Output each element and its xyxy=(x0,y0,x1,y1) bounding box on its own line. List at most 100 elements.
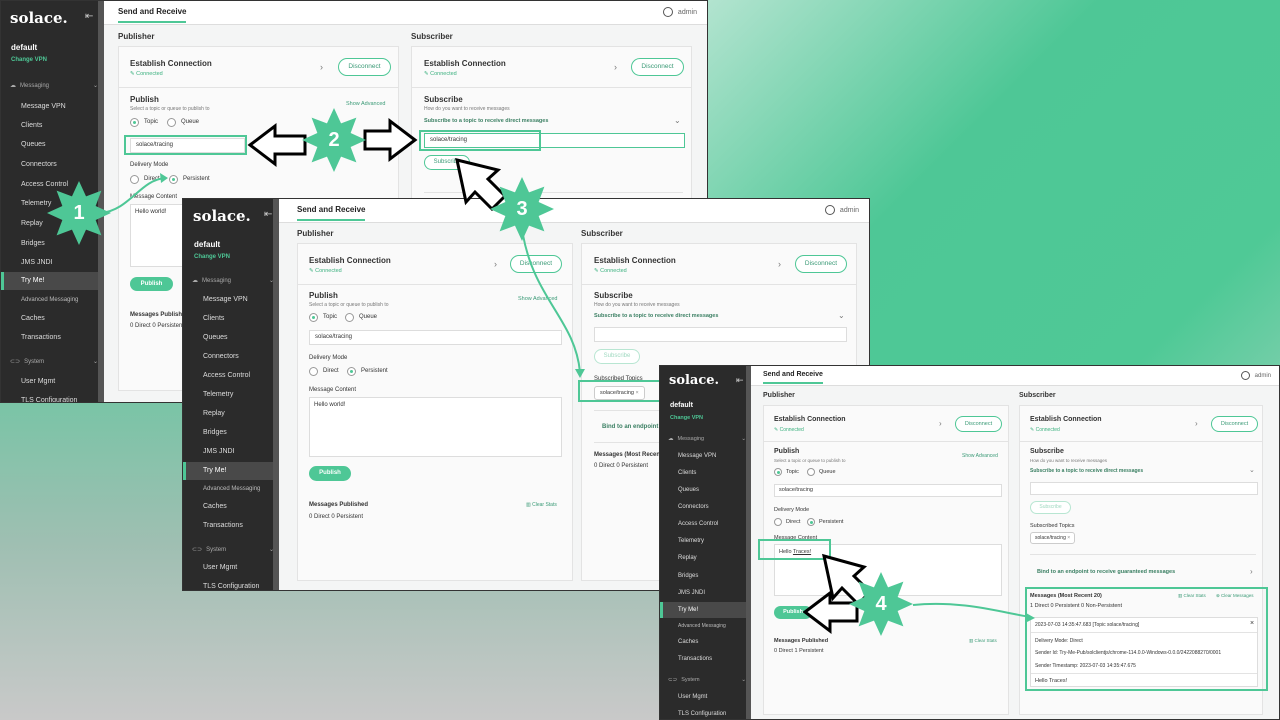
change-vpn-link[interactable]: Change VPN xyxy=(11,57,47,63)
nav-access-control[interactable]: Access Control xyxy=(1,178,104,192)
nav-message-vpn[interactable]: Message VPN xyxy=(1,100,104,114)
sidebar-scrollbar[interactable] xyxy=(98,1,104,402)
nav-caches[interactable]: Caches xyxy=(1,312,104,326)
nav-replay[interactable]: Replay xyxy=(183,407,279,421)
nav-bridges[interactable]: Bridges xyxy=(1,237,104,251)
change-vpn-link[interactable]: Change VPN xyxy=(194,254,230,260)
direct-radio[interactable] xyxy=(774,518,782,526)
chevron-right-icon[interactable]: › xyxy=(1250,567,1253,576)
disconnect-button[interactable]: Disconnect xyxy=(795,255,847,273)
persistent-radio[interactable] xyxy=(807,518,815,526)
subscribe-topic-input[interactable] xyxy=(594,327,847,342)
chevron-right-icon[interactable]: › xyxy=(614,62,617,72)
topic-radio[interactable] xyxy=(309,313,318,322)
nav-bridges[interactable]: Bridges xyxy=(660,570,751,582)
tab-send-and-receive[interactable]: Send and Receive xyxy=(763,371,823,384)
nav-message-vpn[interactable]: Message VPN xyxy=(183,293,279,307)
nav-group-messaging[interactable]: ☁ Messaging ⌄ xyxy=(10,82,98,90)
nav-transactions[interactable]: Transactions xyxy=(1,331,104,345)
nav-tls-configuration[interactable]: TLS Configuration xyxy=(183,580,279,590)
chevron-down-icon[interactable]: ⌄ xyxy=(1249,466,1255,474)
persistent-radio[interactable] xyxy=(169,175,178,184)
nav-jms-jndi[interactable]: JMS JNDI xyxy=(660,587,751,599)
nav-connectors[interactable]: Connectors xyxy=(183,350,279,364)
disconnect-button[interactable]: Disconnect xyxy=(1211,416,1258,432)
bind-endpoint-label[interactable]: Bind to an endpoint to receive guarantee… xyxy=(1037,569,1175,575)
nav-access-control[interactable]: Access Control xyxy=(183,369,279,383)
disconnect-button[interactable]: Disconnect xyxy=(631,58,684,76)
nav-connectors[interactable]: Connectors xyxy=(1,158,104,172)
show-advanced-link[interactable]: Show Advanced xyxy=(962,453,998,459)
nav-bridges[interactable]: Bridges xyxy=(183,426,279,440)
nav-advanced-messaging[interactable]: Advanced Messaging xyxy=(660,621,751,632)
nav-replay[interactable]: Replay xyxy=(660,552,751,564)
tab-send-and-receive[interactable]: Send and Receive xyxy=(297,205,366,221)
user-menu[interactable]: admin xyxy=(662,7,697,17)
show-advanced-link[interactable]: Show Advanced xyxy=(518,296,557,302)
chevron-down-icon[interactable]: ⌄ xyxy=(674,116,681,125)
disconnect-button[interactable]: Disconnect xyxy=(510,255,562,273)
nav-clients[interactable]: Clients xyxy=(183,312,279,326)
remove-chip-icon[interactable]: × xyxy=(1067,535,1070,541)
sidebar-scrollbar[interactable] xyxy=(746,366,751,719)
subscribe-button[interactable]: Subscribe xyxy=(594,349,640,364)
chevron-right-icon[interactable]: › xyxy=(778,259,781,269)
nav-group-system[interactable]: ⊂⊃ System ⌄ xyxy=(668,677,746,683)
nav-access-control[interactable]: Access Control xyxy=(660,518,751,530)
nav-queues[interactable]: Queues xyxy=(183,331,279,345)
nav-advanced-messaging[interactable]: Advanced Messaging xyxy=(183,483,279,495)
nav-user-mgmt[interactable]: User Mgmt xyxy=(1,375,104,389)
sidebar-scrollbar[interactable] xyxy=(273,199,279,590)
nav-connectors[interactable]: Connectors xyxy=(660,501,751,513)
nav-tls-configuration[interactable]: TLS Configuration xyxy=(660,708,751,719)
publish-topic-input[interactable]: solace/tracing xyxy=(774,484,1002,497)
chevron-right-icon[interactable]: › xyxy=(320,62,323,72)
chevron-right-icon[interactable]: › xyxy=(494,259,497,269)
nav-transactions[interactable]: Transactions xyxy=(660,653,751,665)
clear-stats-link[interactable]: ▥ Clear Stats xyxy=(969,638,997,644)
nav-queues[interactable]: Queues xyxy=(660,484,751,496)
nav-jms-jndi[interactable]: JMS JNDI xyxy=(1,256,104,270)
nav-group-system[interactable]: ⊂⊃ System ⌄ xyxy=(192,546,274,554)
nav-try-me[interactable]: Try Me! xyxy=(660,602,751,618)
persistent-radio[interactable] xyxy=(347,367,356,376)
nav-group-messaging[interactable]: ☁ Messaging ⌄ xyxy=(668,436,746,442)
nav-user-mgmt[interactable]: User Mgmt xyxy=(183,561,279,575)
nav-message-vpn[interactable]: Message VPN xyxy=(660,450,751,462)
collapse-sidebar-icon[interactable]: ⇤ xyxy=(264,209,272,220)
chevron-down-icon[interactable]: ⌄ xyxy=(838,311,845,320)
publish-button[interactable]: Publish xyxy=(130,277,173,291)
publish-topic-input[interactable]: solace/tracing xyxy=(309,330,562,345)
queue-radio[interactable] xyxy=(807,468,815,476)
nav-jms-jndi[interactable]: JMS JNDI xyxy=(183,445,279,459)
chevron-right-icon[interactable]: › xyxy=(1195,419,1198,428)
disconnect-button[interactable]: Disconnect xyxy=(338,58,391,76)
nav-caches[interactable]: Caches xyxy=(660,636,751,648)
publish-button[interactable]: Publish xyxy=(774,606,812,619)
direct-radio[interactable] xyxy=(309,367,318,376)
subscribe-topic-input[interactable] xyxy=(1030,482,1258,495)
nav-telemetry[interactable]: Telemetry xyxy=(183,388,279,402)
nav-tls-configuration[interactable]: TLS Configuration xyxy=(1,394,104,402)
nav-clients[interactable]: Clients xyxy=(1,119,104,133)
nav-advanced-messaging[interactable]: Advanced Messaging xyxy=(1,294,104,306)
nav-group-system[interactable]: ⊂⊃ System ⌄ xyxy=(10,358,98,366)
subscribed-topic-chip[interactable]: solace/tracing × xyxy=(1030,532,1076,544)
chevron-right-icon[interactable]: › xyxy=(939,419,942,428)
disconnect-button[interactable]: Disconnect xyxy=(955,416,1002,432)
direct-radio[interactable] xyxy=(130,175,139,184)
subscribe-button[interactable]: Subscribe xyxy=(1030,501,1071,514)
message-content-textarea[interactable]: Hello world! xyxy=(309,397,562,457)
nav-transactions[interactable]: Transactions xyxy=(183,519,279,533)
nav-clients[interactable]: Clients xyxy=(660,467,751,479)
tab-send-and-receive[interactable]: Send and Receive xyxy=(118,7,187,23)
clear-stats-link[interactable]: ▥ Clear Stats xyxy=(526,502,557,508)
nav-caches[interactable]: Caches xyxy=(183,500,279,514)
user-menu[interactable]: admin xyxy=(824,205,859,215)
topic-radio[interactable] xyxy=(774,468,782,476)
subscribe-button[interactable]: Subscribe xyxy=(424,155,470,170)
nav-group-messaging[interactable]: ☁ Messaging ⌄ xyxy=(192,277,274,285)
queue-radio[interactable] xyxy=(167,118,176,127)
collapse-sidebar-icon[interactable]: ⇤ xyxy=(85,11,93,22)
nav-try-me[interactable]: Try Me! xyxy=(1,272,104,290)
